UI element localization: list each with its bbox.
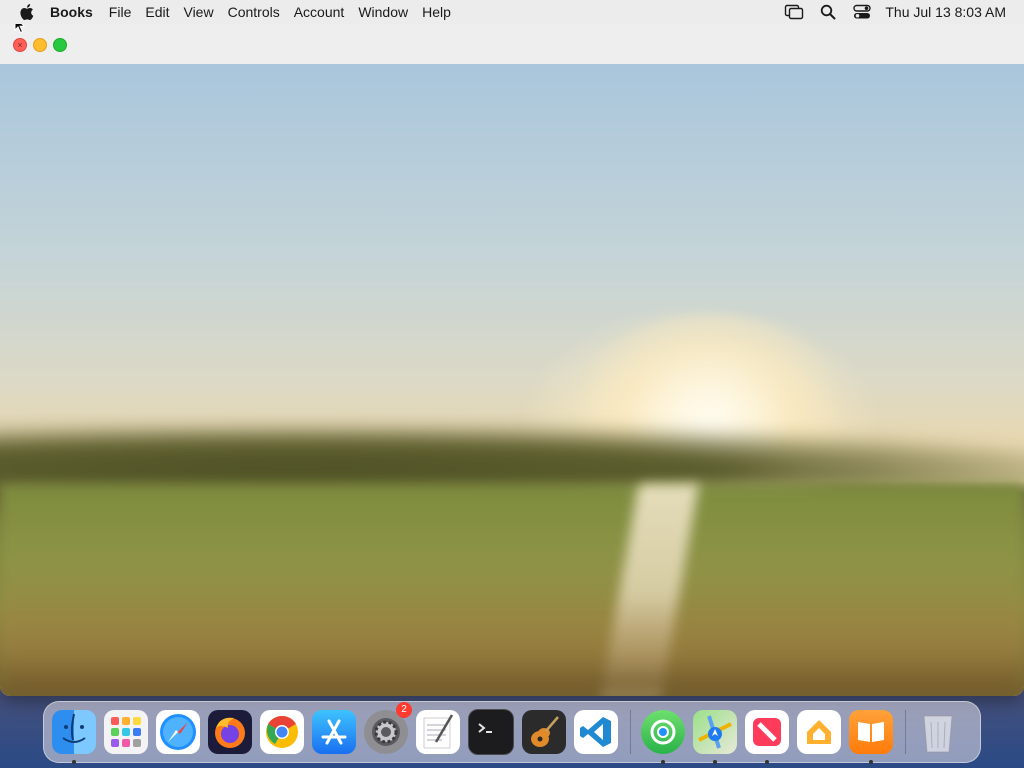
dock-vscode[interactable] xyxy=(574,710,618,754)
dock-home[interactable] xyxy=(797,710,841,754)
dock-system-settings[interactable]: 2 xyxy=(364,702,412,754)
firefox-icon xyxy=(215,717,245,748)
menu-view[interactable]: View xyxy=(183,4,227,20)
guitar-icon xyxy=(531,716,559,747)
window-zoom-button[interactable] xyxy=(53,38,67,52)
dock-finder[interactable] xyxy=(52,710,96,764)
dock: 2 xyxy=(43,701,981,764)
dock-news[interactable] xyxy=(745,710,789,764)
news-icon xyxy=(753,718,781,746)
books-window: × xyxy=(0,24,1024,696)
window-content-background-image xyxy=(0,64,1024,696)
safari-compass-icon xyxy=(160,714,196,750)
terminal-prompt-icon xyxy=(478,723,492,733)
foreground-grass xyxy=(0,594,1024,696)
menu-account[interactable]: Account xyxy=(294,4,359,20)
menu-edit[interactable]: Edit xyxy=(145,4,183,20)
close-icon: × xyxy=(17,40,23,50)
running-indicator xyxy=(713,760,717,764)
window-minimize-button[interactable] xyxy=(33,38,47,52)
vscode-icon xyxy=(580,717,611,747)
dock-firefox[interactable] xyxy=(208,710,252,754)
dock-textedit[interactable] xyxy=(416,710,460,754)
chrome-icon xyxy=(266,715,298,748)
running-indicator xyxy=(765,760,769,764)
dock-find-my[interactable] xyxy=(641,710,685,764)
dock-chrome[interactable] xyxy=(260,710,304,754)
gear-icon xyxy=(372,718,400,746)
app-store-icon xyxy=(321,719,347,745)
dock-launchpad[interactable] xyxy=(104,710,148,754)
notification-badge: 2 xyxy=(396,702,412,718)
running-indicator xyxy=(869,760,873,764)
maps-icon xyxy=(698,715,732,749)
window-close-button[interactable]: × xyxy=(13,38,27,52)
control-center-icon[interactable] xyxy=(851,3,873,21)
menu-help[interactable]: Help xyxy=(422,4,465,20)
window-titlebar[interactable]: × xyxy=(0,24,1024,65)
dock-garageband[interactable] xyxy=(522,710,566,754)
finder-icon xyxy=(62,713,86,743)
launchpad-grid-icon xyxy=(111,717,141,747)
menu-window[interactable]: Window xyxy=(358,4,422,20)
menu-clock[interactable]: Thu Jul 13 8:03 AM xyxy=(885,4,1006,20)
running-indicator xyxy=(661,760,665,764)
menu-controls[interactable]: Controls xyxy=(228,4,294,20)
find-my-icon xyxy=(650,719,676,745)
home-icon xyxy=(807,720,831,744)
menu-bar: Books File Edit View Controls Account Wi… xyxy=(0,0,1024,24)
dock-maps[interactable] xyxy=(693,710,737,764)
spotlight-search-icon[interactable] xyxy=(817,3,839,21)
dock-terminal[interactable] xyxy=(468,709,514,755)
menu-app-name[interactable]: Books xyxy=(50,4,109,20)
dock-safari[interactable] xyxy=(156,710,200,754)
dock-books[interactable] xyxy=(849,710,893,764)
screen-mirroring-icon[interactable] xyxy=(783,3,805,21)
running-indicator xyxy=(72,760,76,764)
dock-separator xyxy=(905,710,906,754)
dock-app-store[interactable] xyxy=(312,710,356,754)
menu-file[interactable]: File xyxy=(109,4,146,20)
apple-menu-icon[interactable] xyxy=(16,2,36,22)
dock-separator xyxy=(630,710,631,754)
trash-icon xyxy=(923,715,953,753)
book-icon xyxy=(858,722,884,742)
textedit-icon xyxy=(423,714,454,749)
dock-trash[interactable] xyxy=(916,710,960,754)
